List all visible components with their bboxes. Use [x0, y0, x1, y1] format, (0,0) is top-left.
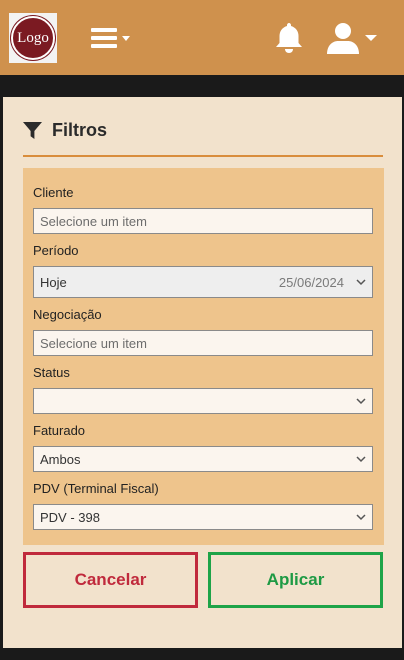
logo-badge: Logo: [11, 16, 55, 60]
faturado-label: Faturado: [33, 423, 86, 438]
pdv-label: PDV (Terminal Fiscal): [33, 481, 159, 496]
faturado-select[interactable]: Ambos: [33, 446, 373, 472]
top-navbar: Logo: [0, 0, 404, 75]
chevron-down-icon: [356, 398, 366, 405]
negociacao-input[interactable]: Selecione um item: [33, 330, 373, 356]
status-label: Status: [33, 365, 70, 380]
logo-text: Logo: [17, 29, 49, 46]
chevron-down-icon: [356, 279, 366, 286]
menu-caret-icon: [122, 36, 130, 41]
cliente-label: Cliente: [33, 185, 74, 200]
cancel-label: Cancelar: [74, 570, 147, 589]
filter-panel: Filtros Cliente Selecione um item Períod…: [3, 97, 402, 648]
apply-label: Aplicar: [266, 570, 325, 589]
user-icon: [327, 23, 359, 54]
chevron-down-icon: [356, 514, 366, 521]
logo[interactable]: Logo: [9, 13, 57, 63]
header-divider: [23, 155, 383, 157]
bell-icon[interactable]: [273, 21, 305, 55]
panel-header: Filtros: [23, 119, 107, 141]
chevron-down-icon: [356, 456, 366, 463]
filter-form: Cliente Selecione um item Período Hoje 2…: [23, 168, 384, 545]
cliente-input[interactable]: Selecione um item: [33, 208, 373, 234]
periodo-label: Período: [33, 243, 79, 258]
periodo-value: Hoje: [40, 274, 67, 290]
cliente-placeholder: Selecione um item: [40, 213, 147, 229]
status-select[interactable]: [33, 388, 373, 414]
periodo-date: 25/06/2024: [278, 274, 344, 290]
hamburger-menu-icon[interactable]: [89, 26, 133, 50]
pdv-select[interactable]: PDV - 398: [33, 504, 373, 530]
pdv-value: PDV - 398: [40, 509, 100, 525]
apply-button[interactable]: Aplicar: [208, 552, 383, 608]
faturado-value: Ambos: [40, 451, 81, 467]
negociacao-label: Negociação: [33, 307, 102, 322]
user-menu[interactable]: [325, 20, 377, 56]
filter-icon: [23, 121, 42, 139]
negociacao-placeholder: Selecione um item: [40, 335, 147, 351]
periodo-select[interactable]: Hoje 25/06/2024: [33, 266, 373, 298]
cancel-button[interactable]: Cancelar: [23, 552, 198, 608]
panel-title: Filtros: [52, 119, 108, 140]
user-caret-icon: [365, 35, 377, 41]
